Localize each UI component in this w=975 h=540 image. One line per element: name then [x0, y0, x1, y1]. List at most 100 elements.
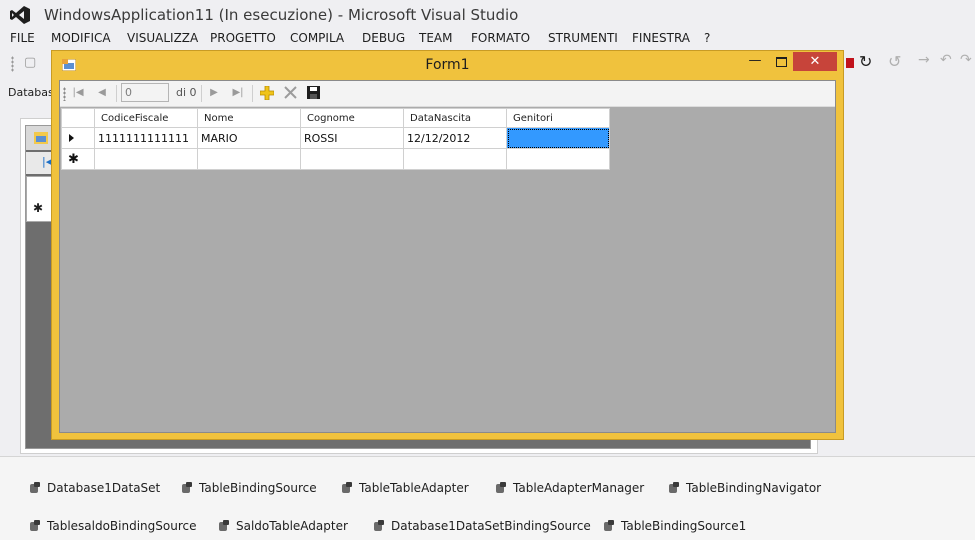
- menu-team[interactable]: TEAM: [419, 31, 452, 45]
- navigator-grip[interactable]: [63, 87, 66, 101]
- current-row-arrow-icon: [69, 133, 74, 142]
- toolbar-separator: [201, 85, 202, 102]
- position-input[interactable]: [121, 83, 169, 102]
- step-out-icon[interactable]: ↷: [960, 52, 972, 68]
- vs-titlebar: WindowsApplication11 (In esecuzione) - M…: [0, 0, 975, 30]
- menu-strumenti[interactable]: STRUMENTI: [548, 31, 618, 45]
- table-adapter-manager-icon: [495, 482, 507, 494]
- maximize-button[interactable]: [768, 52, 794, 72]
- menu-modifica[interactable]: MODIFICA: [51, 31, 111, 45]
- new-project-icon[interactable]: ▢: [24, 55, 36, 70]
- stop-debugging-icon[interactable]: [846, 58, 854, 68]
- tray-item-database1dataset[interactable]: Database1DataSet: [29, 481, 160, 495]
- column-header-nome[interactable]: Nome: [197, 108, 301, 128]
- menu-progetto[interactable]: PROGETTO: [210, 31, 276, 45]
- tray-item-saldotableadapter[interactable]: SaldoTableAdapter: [218, 519, 348, 533]
- tray-item-label: TableBindingSource1: [621, 519, 747, 533]
- new-row-icon: ✱: [33, 201, 44, 215]
- menu-bar: FILE MODIFICA VISUALIZZA PROGETTO COMPIL…: [0, 30, 975, 49]
- cell-datanascita[interactable]: 12/12/2012: [403, 127, 507, 149]
- tab-database[interactable]: Databas: [8, 86, 54, 99]
- tray-item-label: SaldoTableAdapter: [236, 519, 348, 533]
- column-header-genitori[interactable]: Genitori: [506, 108, 610, 128]
- column-header-codicefiscale[interactable]: CodiceFiscale: [94, 108, 198, 128]
- toolbar-grip[interactable]: [11, 56, 14, 72]
- form1-client-area: |◀ ◀ di 0 ▶ ▶|: [59, 80, 836, 433]
- tray-item-label: TableBindingSource: [199, 481, 317, 495]
- menu-visualizza[interactable]: VISUALIZZA: [127, 31, 198, 45]
- tray-item-tablebindingnavigator[interactable]: TableBindingNavigator: [668, 481, 821, 495]
- cell-cognome[interactable]: ROSSI: [300, 127, 404, 149]
- binding-navigator-icon: [668, 482, 680, 494]
- new-row-icon: ✱: [68, 151, 79, 167]
- tray-item-tablebindingsource1[interactable]: TableBindingSource1: [603, 519, 746, 533]
- tray-item-tablesaldobindingsource[interactable]: TablesaldoBindingSource: [29, 519, 197, 533]
- add-new-icon[interactable]: [260, 86, 274, 100]
- new-cell-cognome[interactable]: [300, 148, 404, 170]
- dataset-icon: [29, 482, 41, 494]
- menu-finestra[interactable]: FINESTRA: [632, 31, 690, 45]
- close-button[interactable]: ✕: [793, 52, 837, 71]
- form-icon: [34, 132, 48, 144]
- move-next-icon[interactable]: ▶: [206, 85, 222, 101]
- step-into-icon[interactable]: →: [918, 52, 930, 68]
- menu-debug[interactable]: DEBUG: [362, 31, 405, 45]
- grid-header-row: CodiceFiscale Nome Cognome DataNascita G…: [61, 108, 610, 128]
- move-last-icon[interactable]: ▶|: [230, 85, 246, 101]
- new-cell-genitori[interactable]: [506, 148, 610, 170]
- tray-item-label: TableTableAdapter: [359, 481, 469, 495]
- tray-item-label: Database1DataSetBindingSource: [391, 519, 591, 533]
- table-adapter-icon: [218, 520, 230, 532]
- new-cell-datanascita[interactable]: [403, 148, 507, 170]
- binding-navigator: |◀ ◀ di 0 ▶ ▶|: [60, 81, 835, 107]
- binding-source-icon: [373, 520, 385, 532]
- binding-source-icon: [603, 520, 615, 532]
- tray-item-label: TableAdapterManager: [513, 481, 645, 495]
- visual-studio-logo-icon: [10, 6, 30, 24]
- binding-source-icon: [29, 520, 41, 532]
- move-first-icon[interactable]: |◀: [70, 85, 86, 101]
- count-label: di 0: [176, 86, 197, 99]
- new-row-header[interactable]: ✱: [61, 148, 95, 170]
- tray-item-tabletableadapter[interactable]: TableTableAdapter: [341, 481, 469, 495]
- toolbar-separator: [116, 85, 117, 102]
- tray-item-database1datasetbindingsource[interactable]: Database1DataSetBindingSource: [373, 519, 591, 533]
- cell-nome[interactable]: MARIO: [197, 127, 301, 149]
- maximize-icon: [775, 57, 787, 67]
- tray-item-label: Database1DataSet: [47, 481, 161, 495]
- minimize-button[interactable]: —: [742, 52, 768, 72]
- table-row[interactable]: 1111111111111 MARIO ROSSI 12/12/2012: [61, 127, 610, 149]
- form1-titlebar[interactable]: Form1 — ✕: [52, 51, 843, 79]
- current-row-header[interactable]: [61, 127, 95, 149]
- form1-window[interactable]: Form1 — ✕ |◀ ◀ di 0 ▶ ▶|: [51, 50, 844, 440]
- column-header-cognome[interactable]: Cognome: [300, 108, 404, 128]
- tray-item-tableadaptermanager[interactable]: TableAdapterManager: [495, 481, 644, 495]
- show-next-statement-icon[interactable]: ↺: [888, 52, 901, 71]
- new-cell-codicefiscale[interactable]: [94, 148, 198, 170]
- menu-help[interactable]: ?: [704, 31, 710, 45]
- design-datagrid[interactable]: ✱: [26, 176, 54, 222]
- binding-source-icon: [181, 482, 193, 494]
- cell-genitori-selected[interactable]: [506, 127, 610, 149]
- new-cell-nome[interactable]: [197, 148, 301, 170]
- delete-icon[interactable]: [284, 86, 297, 99]
- move-previous-icon[interactable]: ◀: [94, 85, 110, 101]
- tray-item-label: TableBindingNavigator: [686, 481, 822, 495]
- data-grid-table: CodiceFiscale Nome Cognome DataNascita G…: [61, 108, 610, 170]
- new-row[interactable]: ✱: [61, 148, 610, 170]
- menu-file[interactable]: FILE: [10, 31, 35, 45]
- data-grid-view[interactable]: CodiceFiscale Nome Cognome DataNascita G…: [60, 107, 835, 432]
- cell-codicefiscale[interactable]: 1111111111111: [94, 127, 198, 149]
- corner-header[interactable]: [61, 108, 95, 128]
- step-over-icon[interactable]: ↶: [940, 52, 952, 68]
- save-icon[interactable]: [307, 86, 320, 99]
- tray-item-tablebindingsource[interactable]: TableBindingSource: [181, 481, 317, 495]
- table-adapter-icon: [341, 482, 353, 494]
- window-title: WindowsApplication11 (In esecuzione) - M…: [44, 6, 519, 24]
- menu-compila[interactable]: COMPILA: [290, 31, 344, 45]
- restart-icon[interactable]: ↻: [859, 52, 872, 71]
- menu-formato[interactable]: FORMATO: [471, 31, 530, 45]
- component-tray: Database1DataSet TableBindingSource Tabl…: [0, 456, 975, 540]
- column-header-datanascita[interactable]: DataNascita: [403, 108, 507, 128]
- tray-item-label: TablesaldoBindingSource: [47, 519, 197, 533]
